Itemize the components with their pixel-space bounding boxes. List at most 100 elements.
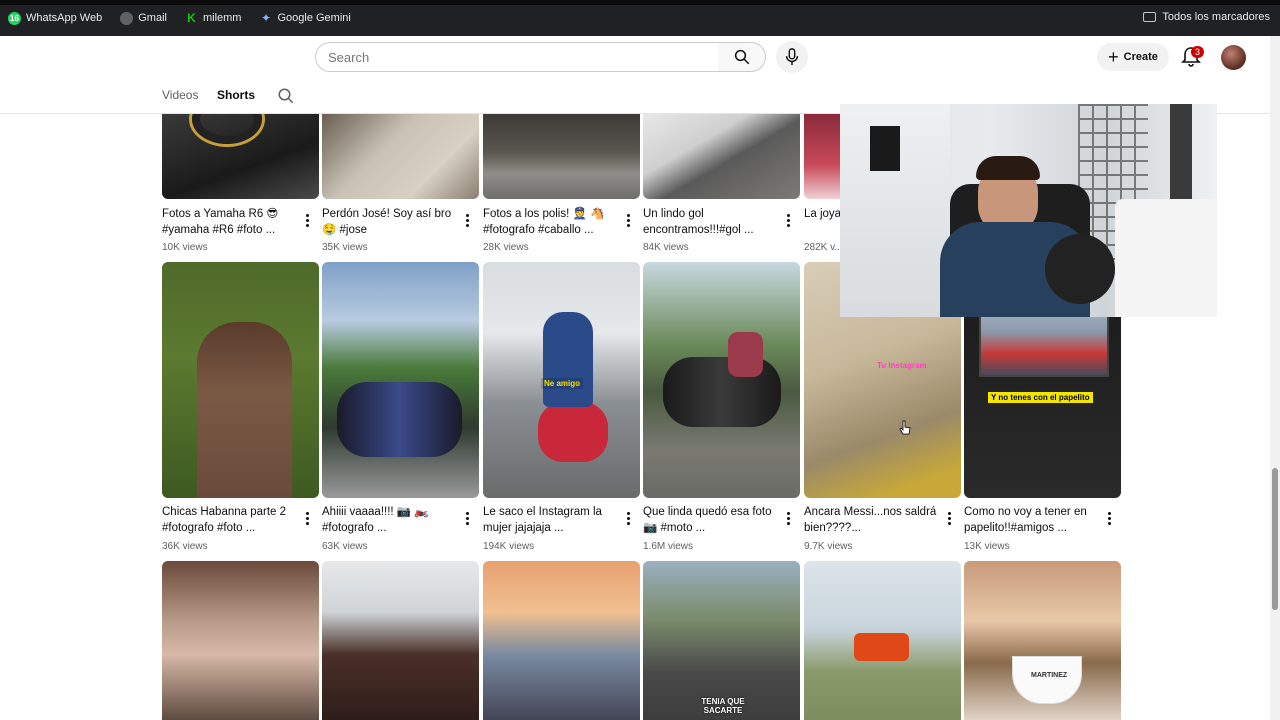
short-thumbnail[interactable] — [483, 114, 640, 199]
short-card[interactable]: Ahiiii vaaaa!!!! 📷 🏍️ #fotografo ... 63K… — [322, 262, 479, 552]
short-thumbnail[interactable]: TENIA QUE SACARTE — [643, 561, 800, 720]
bookmark-label: Google Gemini — [277, 12, 351, 24]
short-thumbnail[interactable] — [322, 561, 479, 720]
k-logo-icon: K — [187, 11, 196, 25]
short-card[interactable]: TENIA QUE SACARTE — [643, 561, 800, 720]
more-options-icon[interactable] — [302, 510, 312, 526]
short-thumbnail[interactable]: MARTINEZ — [964, 561, 1121, 720]
video-caption: Tu Instagram — [877, 361, 927, 370]
more-options-icon[interactable] — [783, 212, 793, 228]
tab-videos[interactable]: Videos — [162, 88, 198, 102]
short-card[interactable]: Fotos a los polis! 👮 🐴 #fotografo #cabal… — [483, 114, 640, 253]
short-views: 28K views — [483, 242, 529, 253]
short-card[interactable]: Que linda quedó esa foto 📷 #moto ... 1.6… — [643, 262, 800, 552]
all-bookmarks-folder[interactable]: Todos los marcadores — [1143, 11, 1270, 23]
short-card[interactable] — [483, 561, 640, 720]
bookmark-gemini[interactable]: ✦ Google Gemini — [259, 8, 351, 28]
short-views: 63K views — [322, 541, 368, 552]
short-views: 10K views — [162, 242, 208, 253]
motorcycle-graphic — [337, 382, 462, 457]
person-graphic — [543, 312, 593, 407]
short-thumbnail[interactable] — [162, 262, 319, 498]
short-thumbnail[interactable] — [322, 262, 479, 498]
search-placeholder: Search — [328, 49, 370, 65]
short-card[interactable]: Fotos a Yamaha R6 😎 #yamaha #R6 #foto ..… — [162, 114, 319, 253]
more-options-icon[interactable] — [944, 510, 954, 526]
short-card[interactable] — [322, 561, 479, 720]
short-title[interactable]: Ancara Messi...nos saldrá bien????... — [804, 504, 944, 536]
youtube-header: Search + Create — [0, 36, 1270, 78]
more-options-icon[interactable] — [462, 510, 472, 526]
wall-art-graphic — [1170, 104, 1192, 204]
short-thumbnail[interactable] — [162, 114, 319, 199]
video-caption: Y no tenes con el papelito — [988, 392, 1093, 403]
account-avatar[interactable] — [1221, 45, 1246, 70]
bookmark-label: Gmail — [138, 12, 167, 24]
scrollbar-thumb[interactable] — [1272, 468, 1278, 610]
short-views: 194K views — [483, 541, 535, 552]
short-thumbnail[interactable] — [483, 561, 640, 720]
short-thumbnail[interactable] — [162, 561, 319, 720]
cup-brand-text: MARTINEZ — [1031, 672, 1068, 679]
short-thumbnail[interactable]: Ne amigo — [483, 262, 640, 498]
webcam-overlay — [840, 104, 1217, 317]
short-title[interactable]: Como no voy a tener en papelito!!#amigos… — [964, 504, 1104, 536]
bookmark-gmail[interactable]: Gmail — [120, 8, 167, 28]
short-views: 282K v... — [804, 242, 843, 253]
tv-graphic — [870, 126, 900, 171]
more-options-icon[interactable] — [462, 212, 472, 228]
short-title[interactable]: Fotos a los polis! 👮 🐴 #fotografo #cabal… — [483, 206, 623, 238]
bookmark-whatsapp[interactable]: 16 WhatsApp Web — [8, 8, 102, 28]
channel-search-icon[interactable] — [277, 87, 295, 105]
short-thumbnail[interactable] — [643, 262, 800, 498]
notification-badge: 3 — [1191, 46, 1204, 58]
voice-search-button[interactable] — [776, 41, 808, 73]
tab-shorts[interactable]: Shorts — [217, 88, 255, 102]
short-card[interactable] — [804, 561, 961, 720]
folder-label: Todos los marcadores — [1162, 11, 1270, 23]
short-thumbnail[interactable] — [322, 114, 479, 199]
create-button[interactable]: + Create — [1097, 43, 1169, 71]
short-title[interactable]: Que linda quedó esa foto 📷 #moto ... — [643, 504, 783, 536]
short-thumbnail[interactable] — [643, 114, 800, 199]
motorcycle-graphic — [663, 357, 781, 427]
mouse-cursor-icon — [899, 420, 911, 435]
page-scrollbar[interactable] — [1270, 36, 1280, 720]
short-title[interactable]: Perdón José! Soy así bro 🤤 #jose — [322, 206, 462, 238]
short-card[interactable] — [162, 561, 319, 720]
short-thumbnail[interactable] — [804, 561, 961, 720]
video-caption: Ne amigo — [541, 378, 584, 389]
search-input[interactable]: Search — [315, 42, 719, 72]
short-card[interactable]: MARTINEZ — [964, 561, 1121, 720]
more-options-icon[interactable] — [623, 212, 633, 228]
short-title[interactable]: Ahiiii vaaaa!!!! 📷 🏍️ #fotografo ... — [322, 504, 462, 536]
more-options-icon[interactable] — [302, 212, 312, 228]
short-views: 35K views — [322, 242, 368, 253]
more-options-icon[interactable] — [623, 510, 633, 526]
sofa-graphic — [1115, 199, 1217, 317]
short-title[interactable]: Chicas Habanna parte 2 #fotografo #foto … — [162, 504, 302, 536]
bookmark-label: milemm — [202, 12, 242, 24]
more-options-icon[interactable] — [783, 510, 793, 526]
short-card[interactable]: Un lindo gol encontramos!!!#gol ... 84K … — [643, 114, 800, 253]
short-views: 84K views — [643, 242, 689, 253]
short-title[interactable]: Fotos a Yamaha R6 😎 #yamaha #R6 #foto ..… — [162, 206, 302, 238]
short-card[interactable]: Chicas Habanna parte 2 #fotografo #foto … — [162, 262, 319, 552]
microphone-graphic — [1045, 234, 1115, 304]
short-card[interactable]: Ne amigo Le saco el Instagram la mujer j… — [483, 262, 640, 552]
people-graphic — [197, 322, 292, 498]
plus-icon: + — [1108, 47, 1119, 67]
short-views: 1.6M views — [643, 541, 694, 552]
coffee-cup-graphic — [1012, 656, 1082, 704]
short-title[interactable]: Un lindo gol encontramos!!!#gol ... — [643, 206, 783, 238]
more-options-icon[interactable] — [1104, 510, 1114, 526]
whatsapp-icon: 16 — [8, 11, 21, 25]
short-card[interactable]: Perdón José! Soy así bro 🤤 #jose 35K vie… — [322, 114, 479, 253]
search-button[interactable] — [718, 42, 766, 72]
rider-graphic — [728, 332, 763, 377]
bookmark-milemm[interactable]: K milemm — [185, 8, 242, 28]
microphone-icon — [785, 48, 799, 66]
wheel-graphic — [192, 114, 262, 144]
short-title[interactable]: Le saco el Instagram la mujer jajajaja .… — [483, 504, 623, 536]
video-caption: TENIA QUE SACARTE — [701, 697, 745, 715]
